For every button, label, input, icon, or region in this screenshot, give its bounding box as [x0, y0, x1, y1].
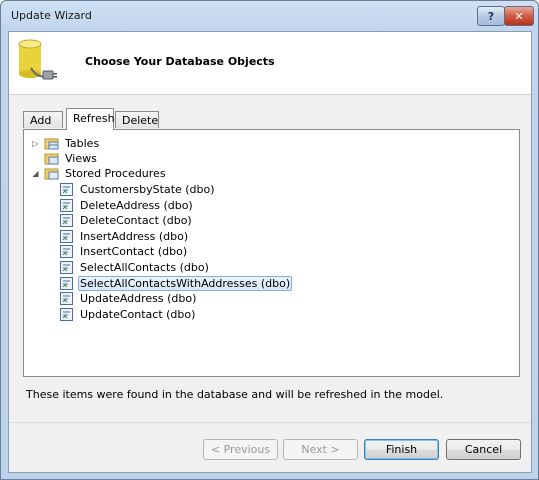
stored-procedure-item[interactable]: CustomersbyState (dbo) [59, 182, 217, 197]
stored-procedure-icon [60, 245, 73, 259]
tables-folder-icon [44, 138, 59, 150]
finish-button[interactable]: Finish [364, 439, 439, 460]
stored-procedure-item[interactable]: DeleteAddress (dbo) [59, 198, 195, 213]
stored-procedure-icon [60, 292, 73, 306]
close-button[interactable]: ✕ [504, 6, 534, 26]
stored-procedure-label: UpdateContact (dbo) [80, 307, 196, 321]
title-bar[interactable]: Update Wizard ? ✕ [1, 1, 538, 31]
wizard-header: Choose Your Database Objects [9, 32, 531, 95]
stored-procedure-item[interactable]: InsertAddress (dbo) [59, 229, 190, 244]
cancel-button[interactable]: Cancel [446, 439, 521, 460]
wizard-client-area: Choose Your Database Objects Add Refresh… [8, 31, 532, 473]
stored-procedure-label: InsertAddress (dbo) [80, 229, 189, 243]
tree-node-label: Tables [65, 137, 100, 150]
status-message: These items were found in the database a… [26, 388, 444, 401]
stored-procedure-item[interactable]: UpdateAddress (dbo) [59, 291, 198, 306]
tab-delete[interactable]: Delete [115, 111, 159, 128]
close-icon: ✕ [514, 9, 524, 23]
refresh-tab-panel: ▷ Tables Views ◢ Stored Procedures Custo… [23, 129, 520, 377]
stored-procedure-item[interactable]: DeleteContact (dbo) [59, 213, 194, 228]
previous-button[interactable]: < Previous [203, 439, 278, 460]
page-title: Choose Your Database Objects [85, 55, 275, 68]
stored-procedure-icon [60, 198, 73, 212]
stored-procedure-label: InsertContact (dbo) [80, 245, 188, 259]
stored-procedure-item[interactable]: SelectAllContactsWithAddresses (dbo) [59, 275, 293, 291]
stored-procedure-label: SelectAllContactsWithAddresses (dbo) [78, 275, 293, 291]
stored-procedure-icon [60, 261, 73, 274]
stored-procedure-item[interactable]: SelectAllContacts (dbo) [59, 260, 211, 275]
database-icon [18, 39, 57, 80]
tree-node-label: Views [65, 152, 97, 165]
stored-procedure-label: DeleteContact (dbo) [80, 214, 192, 228]
stored-procedure-icon [60, 276, 73, 290]
stored-procedures-folder-icon [44, 168, 59, 180]
stored-procedure-icon [60, 183, 73, 196]
stored-procedure-icon [60, 307, 73, 321]
collapse-arrow-icon[interactable]: ◢ [31, 169, 40, 178]
stored-procedure-item[interactable]: InsertContact (dbo) [59, 244, 189, 259]
window-title: Update Wizard [11, 9, 92, 22]
tree-node-views[interactable]: Views [44, 151, 99, 166]
tab-refresh[interactable]: Refresh [66, 108, 115, 130]
next-button[interactable]: Next > [283, 439, 358, 460]
wizard-footer: < Previous Next > Finish Cancel [9, 422, 531, 473]
tree-node-label: Stored Procedures [65, 167, 166, 180]
stored-procedure-label: SelectAllContacts (dbo) [80, 261, 209, 274]
stored-procedure-label: UpdateAddress (dbo) [80, 292, 197, 306]
tree-node-tables[interactable]: ▷ Tables [31, 136, 101, 151]
views-folder-icon [44, 153, 59, 165]
stored-procedure-label: CustomersbyState (dbo) [80, 183, 215, 196]
stored-procedure-label: DeleteAddress (dbo) [80, 198, 193, 212]
expand-arrow-icon[interactable]: ▷ [31, 139, 40, 148]
tree-node-stored-procedures[interactable]: ◢ Stored Procedures [31, 166, 168, 181]
stored-procedure-icon [60, 229, 73, 243]
stored-procedure-item[interactable]: UpdateContact (dbo) [59, 307, 197, 322]
tab-add[interactable]: Add [23, 111, 63, 128]
help-button[interactable]: ? [477, 6, 505, 26]
update-wizard-window: Update Wizard ? ✕ Choose Your Database O… [0, 0, 539, 480]
stored-procedure-icon [60, 214, 73, 228]
